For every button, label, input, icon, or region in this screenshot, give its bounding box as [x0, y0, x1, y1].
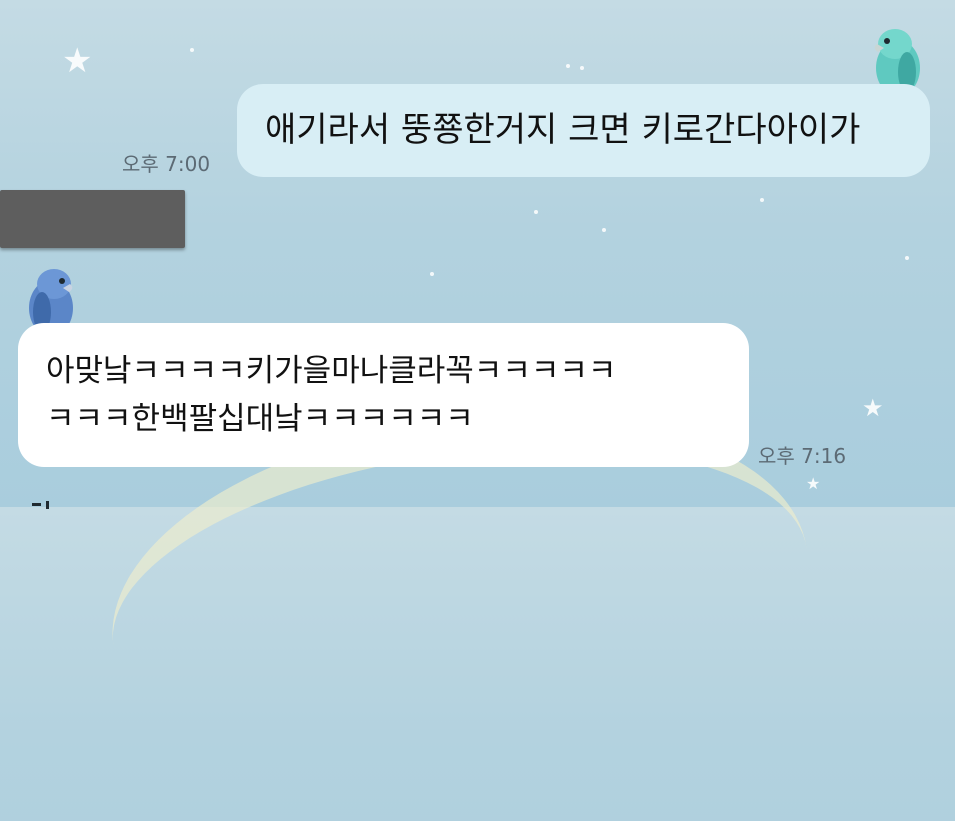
star-icon: ★: [806, 474, 821, 493]
sparkle-dot: [760, 198, 764, 202]
message-bubble-outgoing[interactable]: 애기라서 뚱쭁한거지 크면 키로간다아이가: [237, 84, 930, 177]
sparkle-dot: [566, 64, 570, 68]
message-text: 애기라서 뚱쭁한거지 크면 키로간다아이가: [265, 110, 861, 150]
star-icon: ★: [862, 394, 884, 422]
sparkle-dot: [430, 272, 434, 276]
sparkle-dot: [190, 48, 194, 52]
message-timestamp: 오후 7:16: [758, 444, 847, 468]
message-text-line: ㅋㅋㅋ한백팔십대낰ㅋㅋㅋㅋㅋㅋ: [46, 401, 474, 437]
message-bubble-incoming[interactable]: 아맞낰ㅋㅋㅋㅋ키가을마나클라꼭ㅋㅋㅋㅋㅋ ㅋㅋㅋ한백팔십대낰ㅋㅋㅋㅋㅋㅋ: [18, 323, 749, 467]
sparkle-dot: [602, 228, 606, 232]
sparkle-dot: [534, 210, 538, 214]
sparkle-dot: [580, 66, 584, 70]
star-icon: ★: [62, 41, 93, 81]
sparkle-dot: [905, 256, 909, 260]
message-timestamp: 오후 7:00: [122, 152, 211, 176]
message-text-line: 아맞낰ㅋㅋㅋㅋ키가을마나클라꼭ㅋㅋㅋㅋㅋ: [46, 353, 617, 389]
redacted-block: [0, 190, 185, 248]
